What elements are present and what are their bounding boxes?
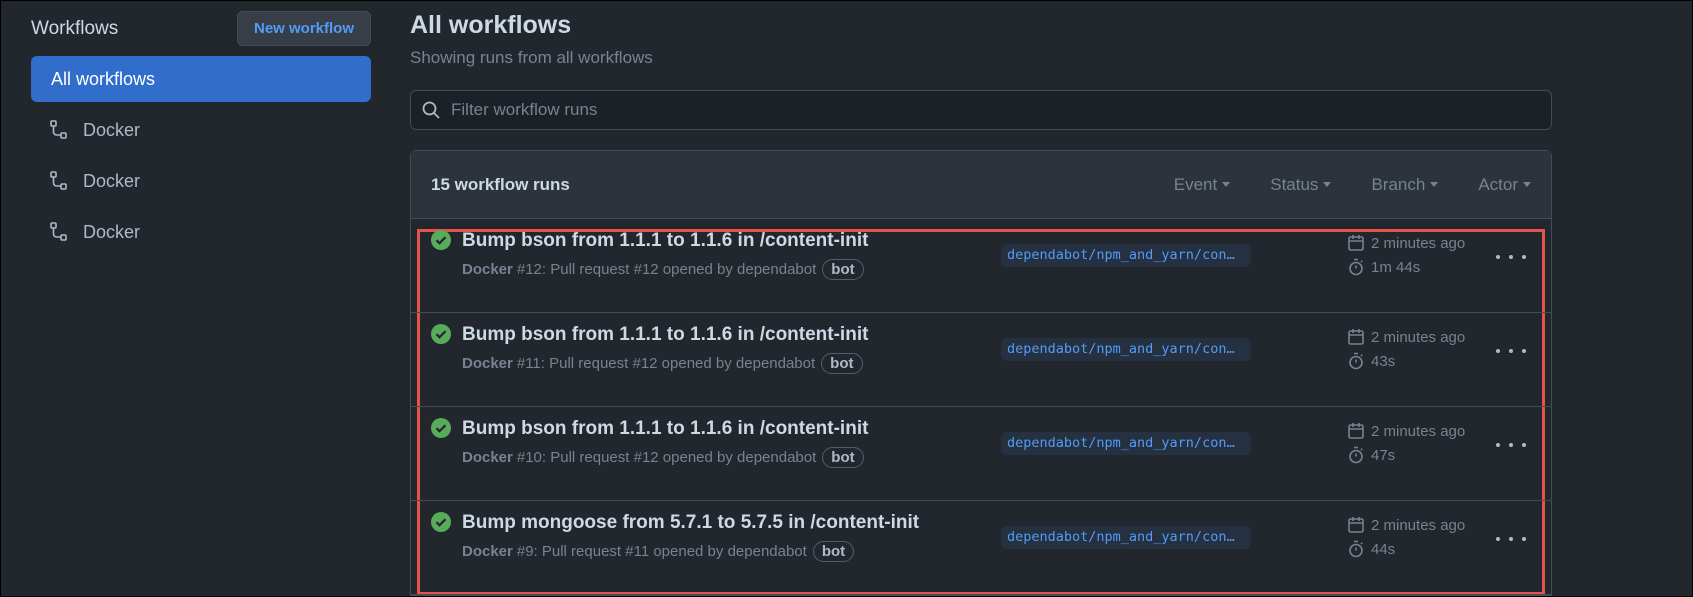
sidebar-item-label: All workflows [51,68,156,89]
filter-label: Status [1270,174,1319,194]
run-workflow-name: Docker [462,261,513,278]
calendar-icon [1348,517,1364,533]
filter-label: Actor [1478,174,1518,194]
runs-table: 15 workflow runs Event Status Branch Act… [410,150,1552,596]
sidebar-header: Workflows New workflow [31,11,371,46]
run-title[interactable]: Bump bson from 1.1.1 to 1.1.6 in /conten… [462,418,868,440]
calendar-icon [1348,423,1364,439]
filter-box [410,90,1552,130]
stopwatch-icon [1349,540,1363,558]
runs-header: 15 workflow runs Event Status Branch Act… [411,151,1551,219]
branch-label[interactable]: dependabot/npm_and_yarn/con… [1001,244,1251,267]
sidebar-item-docker[interactable]: Docker [31,158,371,204]
run-duration: 1m 44s [1371,258,1421,276]
calendar-icon [1348,329,1364,345]
runs-count: 15 workflow runs [431,174,570,194]
filter-label: Branch [1371,174,1426,194]
more-options-icon[interactable] [1496,343,1526,359]
bot-badge: bot [812,541,855,562]
run-workflow-name: Docker [462,543,513,560]
run-workflow-name: Docker [462,449,513,466]
check-circle-icon [431,324,451,344]
run-description: #10: Pull request #12 opened by dependab… [516,449,817,466]
workflow-run-row[interactable]: Bump bson from 1.1.1 to 1.1.6 in /conten… [411,407,1551,501]
app-window: Workflows New workflow All workflows Doc… [0,0,1693,597]
branch-filter-dropdown[interactable]: Branch [1371,174,1439,195]
workflow-run-row[interactable]: Bump bson from 1.1.1 to 1.1.6 in /conten… [411,313,1551,407]
sidebar-item-all-workflows[interactable]: All workflows [31,56,371,102]
run-time-ago: 2 minutes ago [1371,328,1466,346]
run-description: #9: Pull request #11 opened by dependabo… [516,543,807,560]
status-filter-dropdown[interactable]: Status [1270,174,1332,195]
stopwatch-icon [1349,446,1363,464]
actor-filter-dropdown[interactable]: Actor [1478,175,1531,195]
sidebar-item-label: Docker [83,119,141,140]
branch-label[interactable]: dependabot/npm_and_yarn/con… [1001,338,1251,361]
chevron-down-icon [1323,182,1332,187]
stopwatch-icon [1349,258,1363,276]
sidebar-item-docker[interactable]: Docker [31,209,371,255]
chevron-down-icon [1222,182,1231,187]
sidebar-item-label: Docker [83,170,141,191]
page-subtitle: Showing runs from all workflows [410,48,653,67]
workflow-icon [50,222,67,241]
run-time-ago: 2 minutes ago [1371,422,1466,440]
filter-label: Event [1173,174,1218,194]
check-circle-icon [431,418,451,438]
run-timing: 2 minutes ago 47s [1347,419,1465,467]
sidebar-title: Workflows [31,17,119,39]
bot-badge: bot [822,447,864,468]
main-content: All workflows Showing runs from all work… [410,9,1552,596]
run-workflow-name: Docker [462,355,513,372]
run-time-ago: 2 minutes ago [1371,234,1466,252]
run-duration: 44s [1371,540,1396,558]
runs-list: Bump bson from 1.1.1 to 1.1.6 in /conten… [411,219,1551,595]
check-circle-icon [431,512,451,532]
filter-input[interactable] [451,100,1551,120]
run-meta: Docker #9: Pull request #11 opened by de… [462,541,855,562]
run-meta: Docker #10: Pull request #12 opened by d… [462,447,864,468]
branch-label[interactable]: dependabot/npm_and_yarn/con… [1001,526,1251,549]
run-time-ago: 2 minutes ago [1371,516,1466,534]
run-description: #11: Pull request #12 opened by dependab… [516,355,816,372]
bot-badge: bot [822,259,864,280]
check-circle-icon [431,230,451,250]
calendar-icon [1348,235,1364,251]
bot-badge: bot [821,353,863,374]
run-duration: 47s [1371,446,1396,464]
workflow-icon [50,120,67,139]
run-timing: 2 minutes ago 1m 44s [1347,231,1465,279]
branch-label[interactable]: dependabot/npm_and_yarn/con… [1001,432,1251,455]
run-timing: 2 minutes ago 44s [1347,513,1465,561]
run-meta: Docker #11: Pull request #12 opened by d… [462,353,863,374]
run-meta: Docker #12: Pull request #12 opened by d… [462,259,864,280]
chevron-down-icon [1523,182,1531,187]
run-description: #12: Pull request #12 opened by dependab… [516,261,817,278]
run-duration: 43s [1371,352,1396,370]
sidebar-item-label: Docker [83,221,141,242]
stopwatch-icon [1349,352,1363,370]
more-options-icon[interactable] [1496,249,1526,265]
workflow-run-row[interactable]: Bump bson from 1.1.1 to 1.1.6 in /conten… [411,219,1551,313]
event-filter-dropdown[interactable]: Event [1173,174,1231,195]
page-title: All workflows [410,11,572,39]
new-workflow-button[interactable]: New workflow [236,11,371,46]
search-icon [422,101,440,119]
run-timing: 2 minutes ago 43s [1347,325,1465,373]
workflow-run-row[interactable]: Bump mongoose from 5.7.1 to 5.7.5 in /co… [411,501,1551,595]
run-title[interactable]: Bump bson from 1.1.1 to 1.1.6 in /conten… [462,230,868,252]
sidebar: Workflows New workflow All workflows Doc… [31,11,371,260]
more-options-icon[interactable] [1496,531,1526,547]
run-title[interactable]: Bump mongoose from 5.7.1 to 5.7.5 in /co… [462,512,919,534]
more-options-icon[interactable] [1496,437,1526,453]
run-title[interactable]: Bump bson from 1.1.1 to 1.1.6 in /conten… [462,324,868,346]
workflow-icon [50,171,67,190]
sidebar-item-docker[interactable]: Docker [31,107,371,153]
chevron-down-icon [1430,182,1439,187]
